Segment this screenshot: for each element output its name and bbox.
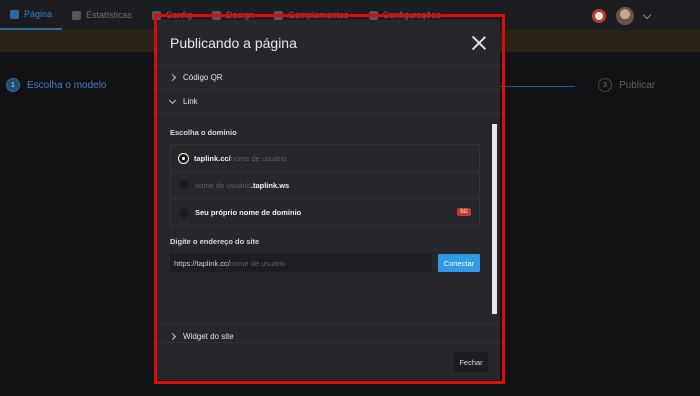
avatar[interactable] [616, 7, 634, 25]
radio-unselected[interactable] [179, 207, 189, 218]
chart-icon [72, 10, 82, 20]
domain-options: taplink.cc/ nome de usuário nome de usuá… [170, 144, 480, 226]
step-connector [500, 86, 575, 87]
radio-selected[interactable] [179, 153, 188, 163]
page-icon [10, 9, 19, 19]
step-label: Publicar [619, 79, 656, 91]
link-panel: Escolha o domínio taplink.cc/ nome de us… [156, 114, 500, 324]
step-number: 3 [598, 78, 612, 92]
domain-option-own-domain[interactable]: Seu próprio nome de domínio biz [171, 199, 479, 226]
scrollbar[interactable] [492, 114, 497, 324]
publish-modal: Publicando a página Código QR Link Escol… [156, 20, 500, 380]
step-choose-template[interactable]: 1 Escolha o modelo [6, 78, 107, 92]
chevron-right-icon [168, 73, 177, 82]
site-address-input[interactable]: https://taplink.cc/ nome de usuário [170, 254, 432, 272]
nav-tab-page[interactable]: Página [0, 0, 63, 30]
connect-button[interactable]: Conectar [438, 254, 480, 272]
close-icon[interactable] [472, 36, 486, 50]
biz-badge: biz [457, 208, 471, 216]
nav-tab-statistics[interactable]: Estatísticas [62, 0, 142, 30]
address-section-label: Digite o endereço do site [170, 237, 260, 246]
modal-title: Publicando a página [170, 34, 297, 51]
domain-option-taplink-cc[interactable]: taplink.cc/ nome de usuário [171, 145, 479, 172]
chevron-down-icon[interactable] [642, 10, 652, 19]
user-area [592, 7, 652, 25]
puzzle-icon [274, 10, 284, 20]
step-publish[interactable]: 3 Publicar [598, 78, 655, 92]
step-number: 1 [6, 78, 20, 92]
palette-icon [212, 10, 222, 20]
domain-option-taplink-ws[interactable]: nome de usuário .taplink.ws [171, 172, 479, 199]
modal-header: Publicando a página [156, 20, 500, 66]
scroll-thumb[interactable] [492, 124, 497, 314]
close-button[interactable]: Fechar [454, 352, 488, 372]
accordion-label: Código QR [183, 73, 223, 82]
help-lifebuoy-icon[interactable] [592, 9, 606, 23]
modal-footer: Fechar [156, 342, 500, 380]
chevron-down-icon [168, 96, 177, 104]
chevron-right-icon [168, 332, 177, 340]
radio-unselected[interactable] [179, 180, 189, 190]
accordion-qr-code[interactable]: Código QR [156, 66, 500, 90]
gear-icon [368, 10, 378, 20]
accordion-label: Widget do site [183, 331, 234, 341]
config-icon [152, 10, 162, 20]
domain-section-label: Escolha o domínio [170, 128, 237, 137]
accordion-link[interactable]: Link [156, 90, 500, 114]
accordion-label: Link [183, 97, 198, 106]
step-label: Escolha o modelo [27, 79, 107, 91]
